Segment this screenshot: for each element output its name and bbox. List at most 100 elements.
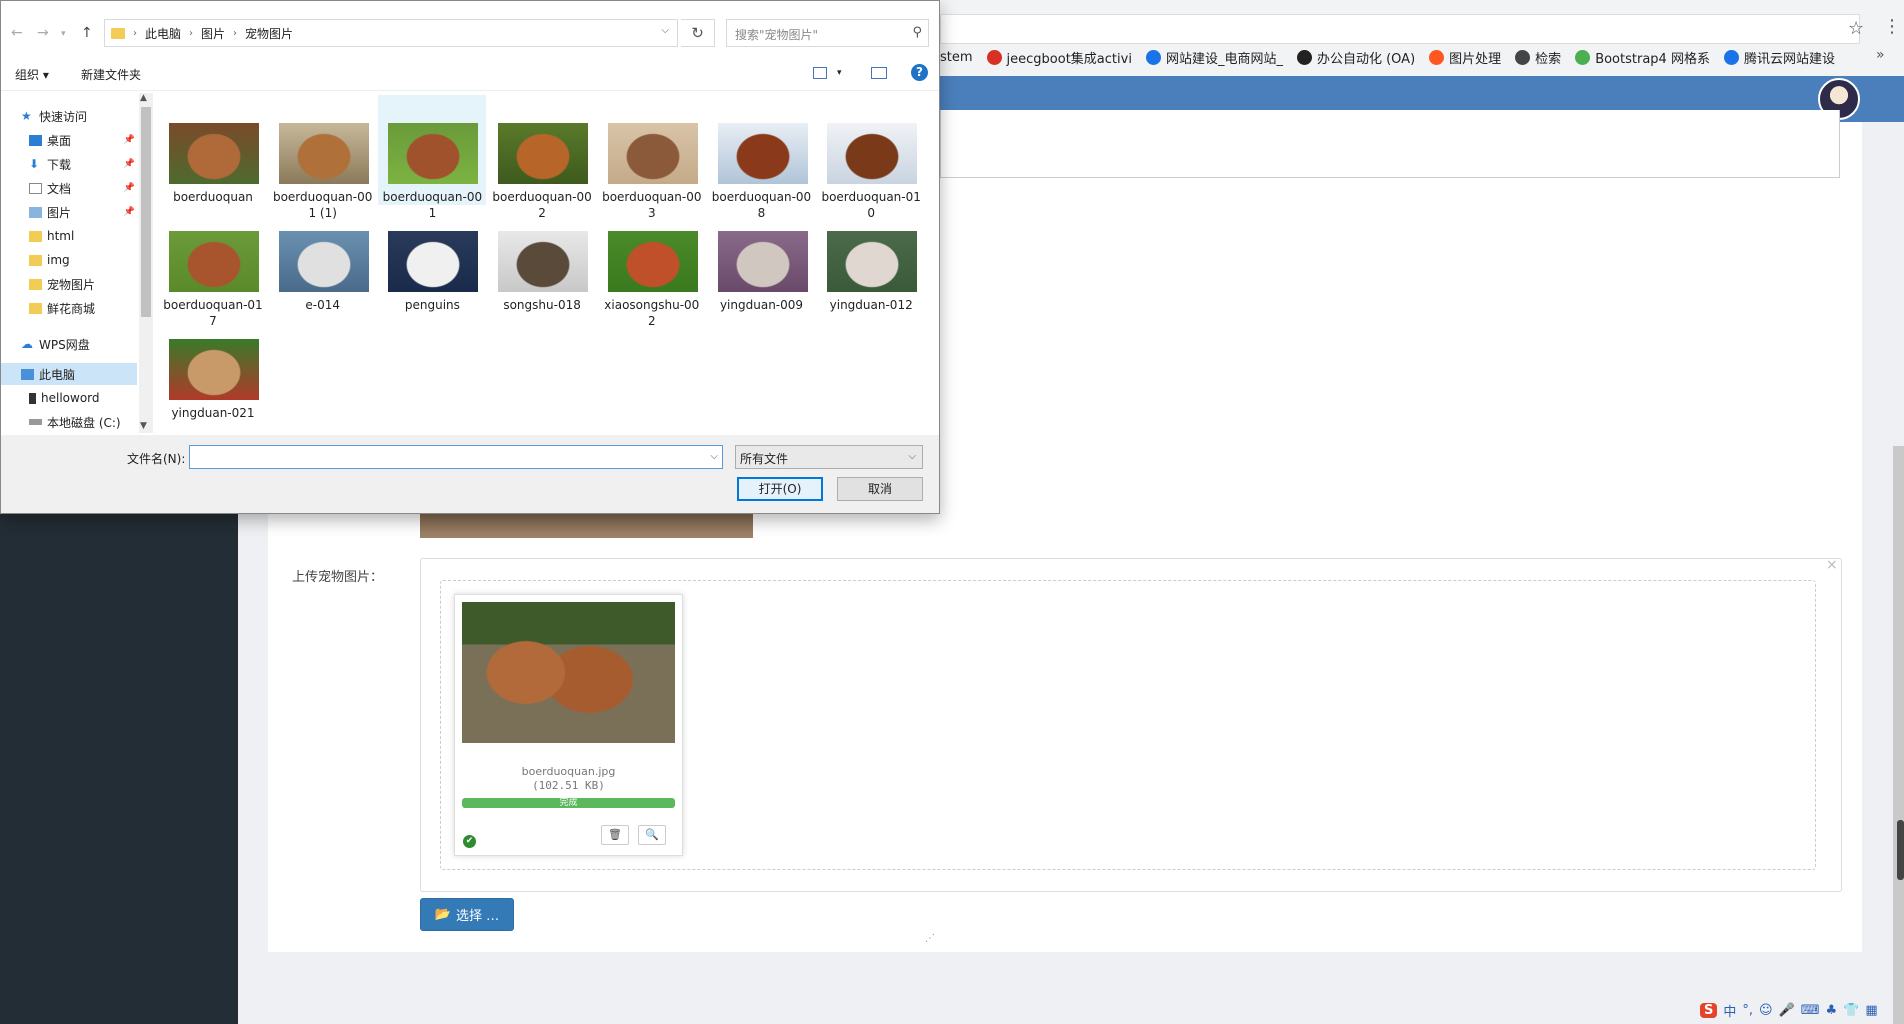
nav-item-label: img [47,253,70,267]
file-type-select[interactable]: 所有文件 ⌵ [735,445,923,469]
nav-item[interactable]: 文档 📌 [1,177,137,199]
preview-pane-icon[interactable] [871,67,887,79]
file-item[interactable]: boerduoquan-017 [159,203,267,328]
nav-item[interactable]: ☁ WPS网盘 [1,333,137,355]
nav-item[interactable]: 此电脑 [1,363,137,385]
nav-item[interactable]: 鲜花商城 [1,297,137,319]
file-thumbnail [827,123,918,184]
bookmark-item[interactable]: jeecgboot集成activi [986,48,1132,67]
bookmark-item[interactable]: stem [940,50,973,65]
search-input[interactable]: 搜索"宠物图片" ⚲ [726,19,929,47]
chevron-down-icon[interactable]: ⌵ [661,25,669,36]
bookmark-item[interactable]: Bootstrap4 网格系 [1575,48,1710,67]
sogou-ime-icon[interactable]: S [1700,1002,1718,1018]
file-item[interactable]: penguins [378,203,486,313]
filename-input[interactable]: ⌵ [189,445,723,469]
nav-item[interactable]: ⬇ 下载 📌 [1,153,137,175]
view-options-icon[interactable]: ▾ [837,68,842,78]
tray-icon[interactable]: ♣ [1826,1003,1838,1018]
change-view-icon[interactable] [813,67,827,79]
nav-item[interactable]: html [1,225,137,247]
help-icon[interactable]: ? [911,64,928,81]
chevron-down-icon[interactable]: ⌵ [710,451,718,462]
nav-item[interactable]: img [1,249,137,271]
bookmark-item[interactable]: 检索 [1515,48,1561,67]
navigation-pane: ★ 快速访问 桌面 📌 ⬇ 下载 📌 文档 📌 图片 📌 html img 宠物图片 鲜花商城 ☁ WPS网盘此… [1,91,153,435]
file-item[interactable]: boerduoquan-001 (1) [269,95,377,220]
bookmark-item[interactable]: 图片处理 [1429,48,1501,67]
close-icon[interactable]: × [1826,557,1838,573]
search-icon[interactable]: ⚲ [912,25,922,40]
bookmark-label: 检索 [1535,51,1562,67]
recent-locations-icon[interactable]: ▾ [61,29,66,39]
file-item[interactable]: boerduoquan-008 [708,95,816,220]
file-item[interactable]: xiaosongshu-002 [598,203,706,328]
file-item[interactable]: boerduoquan-002 [488,95,596,220]
file-item[interactable]: e-014 [269,203,377,313]
tray-icon[interactable]: 中 [1723,1001,1736,1020]
nav-item[interactable]: 宠物图片 [1,273,137,295]
breadcrumb-item[interactable]: 图片 [201,25,225,42]
choose-file-button[interactable]: 📂 选择 … [420,898,514,931]
forward-icon[interactable]: → [37,25,49,41]
chevron-right-icon[interactable]: › [189,28,193,39]
address-bar[interactable] [940,14,1860,44]
breadcrumb-item[interactable]: 此电脑 [145,25,181,42]
file-item[interactable]: yingduan-009 [708,203,816,313]
browser-menu-icon[interactable]: ⋮ [1883,16,1901,37]
description-textarea[interactable] [940,110,1840,178]
bookmark-item[interactable]: 办公自动化 (OA) [1296,48,1415,67]
file-item[interactable]: boerduoquan-010 [817,95,925,220]
back-icon[interactable]: ← [11,25,23,41]
dialog-nav-bar: ← → ▾ ↑ › 此电脑 › 图片 › 宠物图片 ⌵ ↻ 搜索"宠物图片" ⚲ [1,1,939,57]
tray-icon[interactable]: 👕 [1843,1003,1859,1018]
cancel-button[interactable]: 取消 [837,477,923,501]
file-item[interactable]: boerduoquan-003 [598,95,706,220]
nav-item-label: 图片 [47,205,72,220]
nav-item[interactable]: ★ 快速访问 [1,105,137,127]
scroll-up-icon[interactable]: ▲ [140,93,147,103]
bookmark-label: Bootstrap4 网格系 [1595,51,1710,67]
tray-icon[interactable]: 🎤 [1779,1003,1795,1018]
up-icon[interactable]: ↑ [81,25,93,41]
zoom-button[interactable]: 🔍 [638,825,666,845]
file-item[interactable]: yingduan-021 [159,311,267,421]
nav-item[interactable]: helloword [1,387,137,409]
new-folder-button[interactable]: 新建文件夹 [81,66,141,83]
bookmark-item[interactable]: 腾讯云网站建设 [1723,48,1835,67]
nav-item[interactable]: 本地磁盘 (C:) [1,411,137,433]
organize-menu[interactable]: 组织 ▾ [15,66,49,83]
page-scrollbar[interactable] [1893,446,1904,1024]
nav-item[interactable]: 图片 📌 [1,201,137,223]
bookmark-star-icon[interactable]: ☆ [1848,18,1864,39]
chevron-right-icon[interactable]: › [133,28,137,39]
more-bookmarks-icon[interactable]: » [1876,47,1885,63]
refresh-button[interactable]: ↻ [681,19,715,47]
nav-item-label: WPS网盘 [39,337,90,352]
file-name: xiaosongshu-002 [604,298,700,328]
file-item[interactable]: yingduan-012 [817,203,925,313]
chevron-right-icon[interactable]: › [233,28,237,39]
file-thumbnail [278,231,369,292]
bookmark-item[interactable]: 网站建设_电商网站_ [1145,48,1283,67]
nav-item-label: 快速访问 [39,109,88,124]
file-name: yingduan-021 [171,406,255,420]
nav-item[interactable]: 桌面 📌 [1,129,137,151]
breadcrumb-item[interactable]: 宠物图片 [245,25,293,42]
breadcrumb[interactable]: › 此电脑 › 图片 › 宠物图片 ⌵ [104,19,678,47]
folder-icon [29,302,42,314]
page-scrollbar-thumb[interactable] [1897,820,1904,880]
delete-button[interactable]: 🗑 [601,825,629,845]
tray-icon[interactable]: ☺ [1759,1003,1773,1018]
tray-icon[interactable]: ⌨ [1801,1003,1820,1018]
nav-scrollbar-thumb[interactable] [141,107,151,317]
file-thumbnail [717,231,808,292]
file-item[interactable]: songshu-018 [488,203,596,313]
file-item[interactable]: boerduoquan-001 [378,95,487,220]
tray-icon[interactable]: ▦ [1865,1003,1877,1018]
resize-grip-icon[interactable]: ⋰ [925,933,935,944]
scroll-down-icon[interactable]: ▼ [140,421,147,431]
tray-icon[interactable]: °, [1742,1003,1753,1018]
file-item[interactable]: boerduoquan [159,95,267,205]
open-button[interactable]: 打开(O) [737,477,823,501]
